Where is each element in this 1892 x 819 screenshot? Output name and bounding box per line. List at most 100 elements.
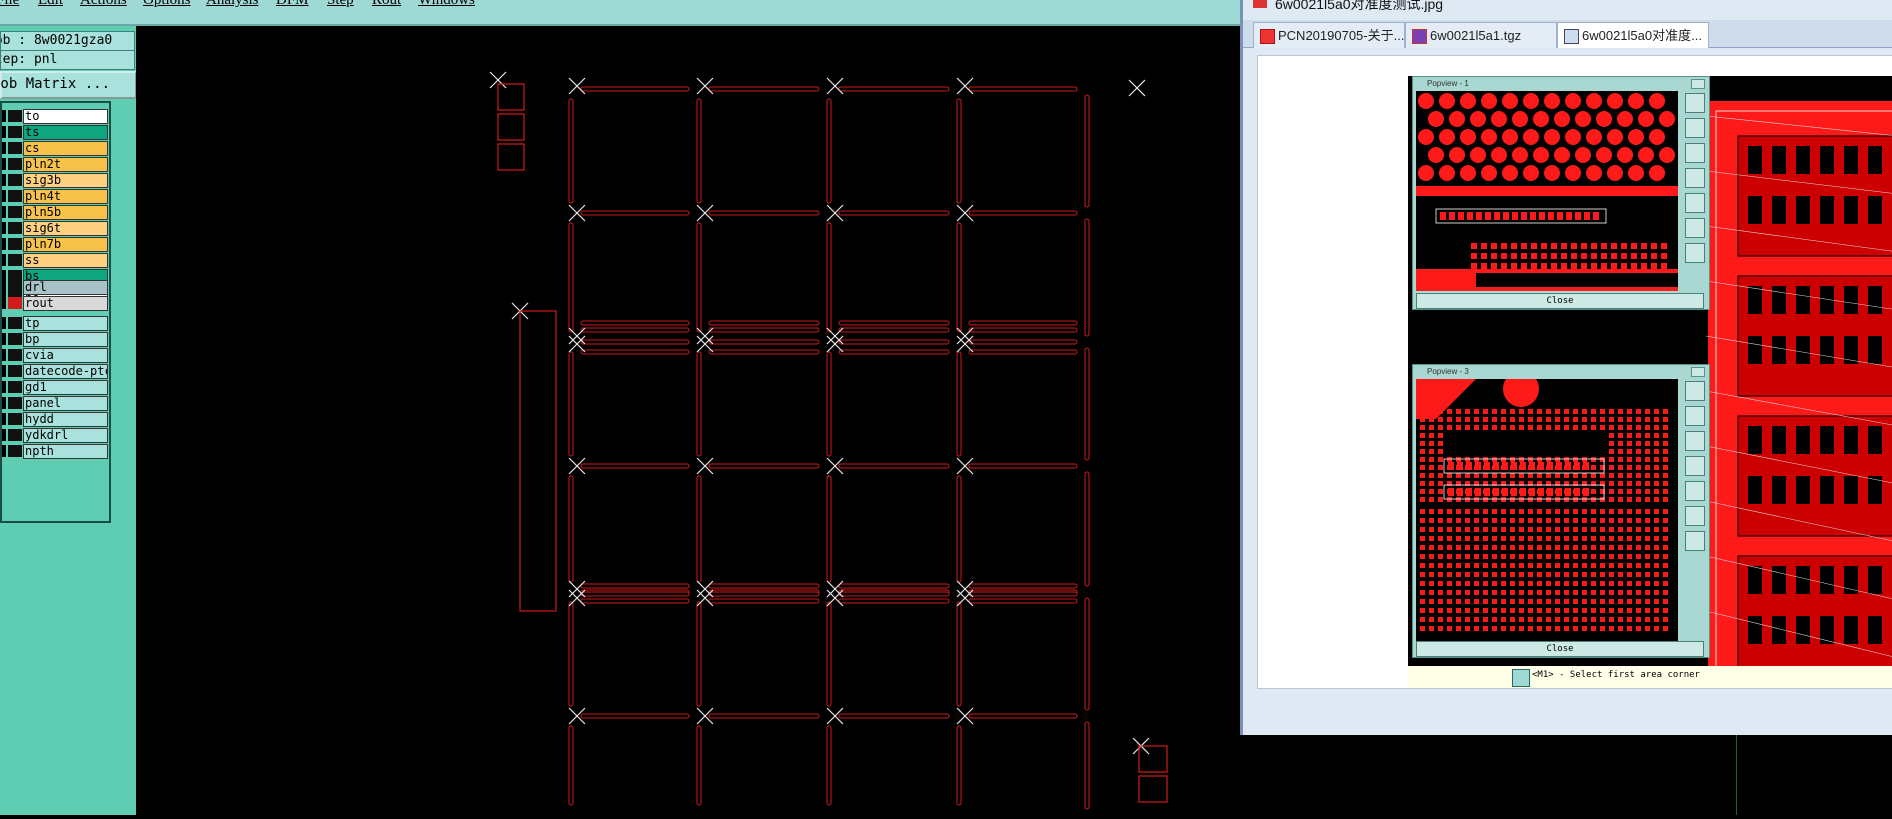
- menu-file[interactable]: File: [0, 0, 19, 9]
- layer-color-swatch[interactable]: [8, 349, 22, 361]
- layer-color-swatch[interactable]: [8, 281, 22, 293]
- layer-color-swatch[interactable]: [8, 413, 22, 425]
- pan-left-icon[interactable]: [1685, 456, 1705, 476]
- layer-checkbox[interactable]: [2, 297, 6, 309]
- pan-right-icon[interactable]: [1685, 193, 1705, 213]
- menu-options[interactable]: Options: [143, 0, 191, 9]
- menu-edit[interactable]: Edit: [38, 0, 63, 9]
- layer-checkbox[interactable]: [2, 142, 6, 154]
- center-icon[interactable]: [1685, 531, 1705, 551]
- layer-row[interactable]: cvia: [2, 348, 108, 363]
- zoom-in-icon[interactable]: [1685, 406, 1705, 426]
- layer-checkbox[interactable]: [2, 190, 6, 202]
- layer-checkbox[interactable]: [2, 317, 6, 329]
- fit-icon[interactable]: [1685, 218, 1705, 238]
- layer-row[interactable]: cs: [2, 141, 108, 156]
- layer-row[interactable]: pln2t: [2, 157, 108, 172]
- layer-row[interactable]: panel: [2, 396, 108, 411]
- popview-view[interactable]: [1416, 379, 1678, 641]
- layer-row[interactable]: sig6t: [2, 221, 108, 236]
- layer-checkbox[interactable]: [2, 381, 6, 393]
- layer-checkbox[interactable]: [2, 397, 6, 409]
- layer-color-swatch[interactable]: [8, 397, 22, 409]
- fit-icon[interactable]: [1685, 506, 1705, 526]
- layer-row[interactable]: pln5b: [2, 205, 108, 220]
- layer-row[interactable]: npth: [2, 444, 108, 459]
- zoom-out-icon[interactable]: [1685, 431, 1705, 451]
- layer-color-swatch[interactable]: [8, 158, 22, 170]
- zoom-in-icon[interactable]: [1685, 118, 1705, 138]
- layer-row[interactable]: pln4t: [2, 189, 108, 204]
- pan-left-icon[interactable]: [1685, 168, 1705, 188]
- job-matrix-button[interactable]: Job Matrix ...: [0, 71, 137, 99]
- layer-row[interactable]: rout: [2, 296, 108, 311]
- tab-jpg[interactable]: 6w0021l5a0对准度...: [1557, 22, 1709, 48]
- layer-row[interactable]: gd1: [2, 380, 108, 395]
- menu-dfm[interactable]: DFM: [276, 0, 309, 9]
- layer-checkbox[interactable]: [2, 158, 6, 170]
- menu-actions[interactable]: Actions: [80, 0, 127, 9]
- layer-checkbox[interactable]: [2, 206, 6, 218]
- layer-row[interactable]: drl: [2, 280, 108, 295]
- layer-color-swatch[interactable]: [8, 381, 22, 393]
- popview-close-x[interactable]: [1691, 367, 1705, 377]
- layer-checkbox[interactable]: [2, 365, 6, 377]
- layer-color-swatch[interactable]: [8, 174, 22, 186]
- layer-row[interactable]: pln7b: [2, 237, 108, 252]
- layer-row[interactable]: to: [2, 109, 108, 124]
- layer-row[interactable]: tp: [2, 316, 108, 331]
- menu-step[interactable]: Step: [327, 0, 354, 9]
- layer-checkbox[interactable]: [2, 174, 6, 186]
- popview-view[interactable]: [1416, 91, 1678, 291]
- popview-close-button[interactable]: Close: [1416, 641, 1704, 657]
- layer-color-swatch[interactable]: [8, 254, 22, 266]
- layer-color-swatch[interactable]: [8, 238, 22, 250]
- tab-tgz[interactable]: 6w0021l5a1.tgz: [1405, 22, 1557, 48]
- layer-checkbox[interactable]: [2, 110, 6, 122]
- popview-close-x[interactable]: [1691, 79, 1705, 89]
- layer-color-swatch[interactable]: [8, 142, 22, 154]
- tab-pcn-pdf[interactable]: PCN20190705-关于...: [1253, 22, 1405, 48]
- layer-row[interactable]: ss: [2, 253, 108, 268]
- layer-checkbox[interactable]: [2, 349, 6, 361]
- menu-analysis[interactable]: Analysis: [206, 0, 259, 9]
- layer-color-swatch[interactable]: [8, 365, 22, 377]
- via-pad: [1627, 457, 1632, 462]
- layer-row[interactable]: ydkdrl: [2, 428, 108, 443]
- pan-right-icon[interactable]: [1685, 481, 1705, 501]
- layer-color-swatch[interactable]: [8, 445, 22, 457]
- layer-color-swatch[interactable]: [8, 222, 22, 234]
- layer-checkbox[interactable]: [2, 254, 6, 266]
- layer-checkbox[interactable]: [2, 413, 6, 425]
- layer-row[interactable]: ts: [2, 125, 108, 140]
- layer-color-swatch[interactable]: [8, 297, 22, 309]
- layer-color-swatch[interactable]: [8, 429, 22, 441]
- zoom-home-icon[interactable]: [1685, 381, 1705, 401]
- cad-canvas[interactable]: [136, 26, 1240, 815]
- popview-close-button[interactable]: Close: [1416, 293, 1704, 309]
- zoom-out-icon[interactable]: [1685, 143, 1705, 163]
- layer-checkbox[interactable]: [2, 238, 6, 250]
- layer-color-swatch[interactable]: [8, 190, 22, 202]
- layer-checkbox[interactable]: [2, 126, 6, 138]
- layer-row[interactable]: bp: [2, 332, 108, 347]
- layer-checkbox[interactable]: [2, 429, 6, 441]
- layer-color-swatch[interactable]: [8, 333, 22, 345]
- layer-color-swatch[interactable]: [8, 317, 22, 329]
- layer-checkbox[interactable]: [2, 222, 6, 234]
- layer-color-swatch[interactable]: [8, 126, 22, 138]
- layer-row[interactable]: hydd: [2, 412, 108, 427]
- center-icon[interactable]: [1685, 243, 1705, 263]
- menu-windows[interactable]: Windows: [418, 0, 475, 9]
- layer-color-swatch[interactable]: [8, 206, 22, 218]
- layer-row[interactable]: datecode-ptc: [2, 364, 108, 379]
- zoom-home-icon[interactable]: [1685, 93, 1705, 113]
- via-pad: [1591, 536, 1596, 541]
- layer-row[interactable]: sig3b: [2, 173, 108, 188]
- layer-color-swatch[interactable]: [8, 110, 22, 122]
- viewer-canvas[interactable]: Popview - 1 Close Popview - 3 Close <M1>…: [1257, 55, 1892, 689]
- layer-checkbox[interactable]: [2, 281, 6, 293]
- layer-checkbox[interactable]: [2, 333, 6, 345]
- menu-rout[interactable]: Rout: [372, 0, 401, 9]
- layer-checkbox[interactable]: [2, 445, 6, 457]
